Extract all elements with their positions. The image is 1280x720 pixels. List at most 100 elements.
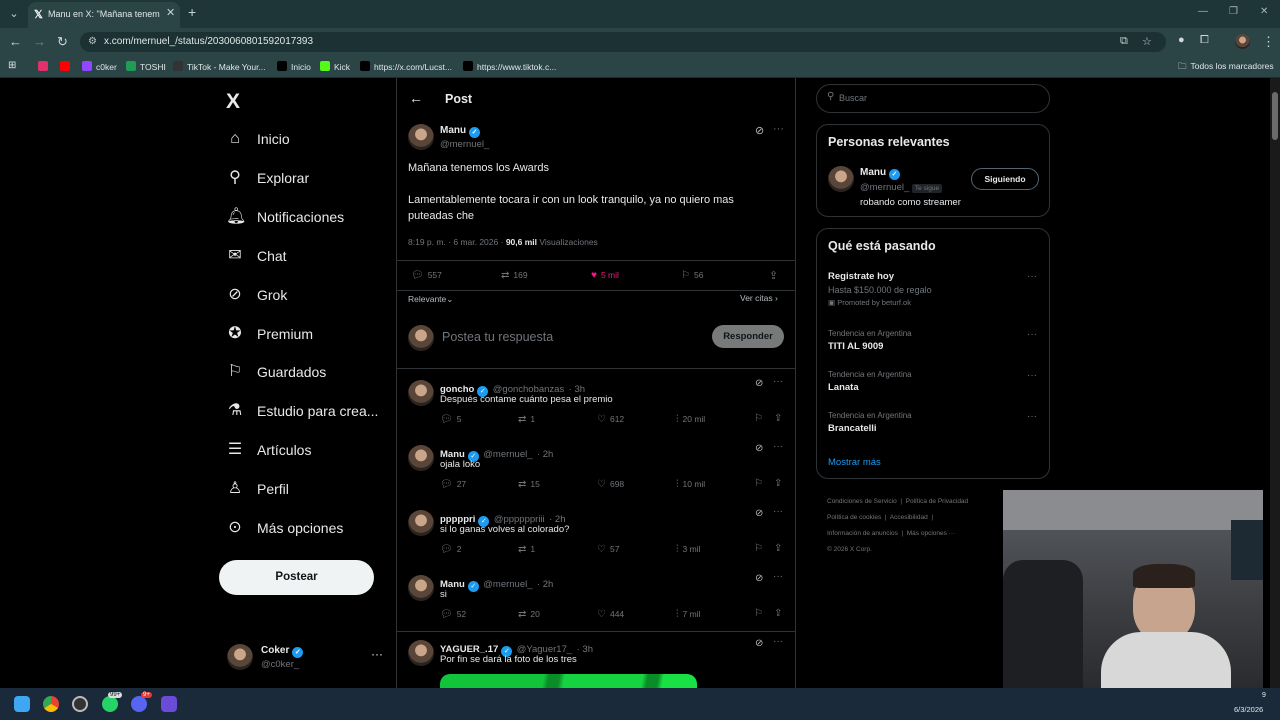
bookmark-item[interactable]: Inicio [277,61,311,72]
grok-icon[interactable]: ⊘ [755,638,763,649]
extension-shield-icon[interactable]: ● [1178,34,1185,46]
footer-link[interactable]: Política de cookies [827,514,881,521]
search-input[interactable]: Buscar [839,93,867,103]
window-close-icon[interactable]: ✕ [1260,6,1268,17]
reply-action[interactable]: 💬︎ 5 [440,414,461,425]
views-action[interactable]: ⫶ 3 mil [676,544,700,555]
forward-icon[interactable]: → [33,34,46,49]
promo-item[interactable]: Registrate hoy Hasta $150.000 de regalo … [828,271,932,307]
bookmark-item[interactable]: TikTok - Make Your... [173,61,266,72]
reply-avatar[interactable] [408,575,434,601]
clock-date[interactable]: 6/3/2026 [1234,705,1263,714]
reply-submit-button[interactable]: Responder [712,325,784,348]
reply-media-image[interactable] [440,674,697,688]
repost-action[interactable]: ⇄ 20 [518,609,540,620]
footer-link[interactable]: Accesibilidad [890,514,928,521]
post-more-icon[interactable]: ··· [773,123,784,135]
obs-icon[interactable] [72,696,88,712]
chrome-icon[interactable] [43,696,59,712]
sidebar-item-premium[interactable]: ✪ Premium [226,322,313,346]
bookmark-item[interactable]: https://x.com/Lucst... [360,61,452,72]
repost-action[interactable]: ⇄ 169 [501,270,528,281]
address-bar[interactable]: ⚙ x.com/mernuel_/status/2030060801592017… [80,32,1166,52]
grok-icon[interactable]: ⊘ [755,443,763,454]
new-tab-button[interactable]: + [188,4,196,20]
bookmark-icon[interactable]: ⚐ [754,608,763,619]
more-icon[interactable]: ··· [1027,370,1037,381]
quotes-link[interactable]: Ver citas › [740,293,778,303]
views-action[interactable]: ⫶ 10 mil [676,479,705,490]
scrollbar-thumb[interactable] [1272,92,1278,140]
repost-action[interactable]: ⇄ 1 [518,414,535,425]
account-more-icon[interactable]: ··· [371,647,383,661]
bookmark-icon[interactable]: ⚐ [754,478,763,489]
windows-start-icon[interactable] [14,696,30,712]
reply-item[interactable]: goncho ✓ @gonchobanzas · 3h ⊘ ··· Después co… [397,374,795,438]
footer-link[interactable]: Política de Privacidad [906,498,969,505]
bookmark-action[interactable]: ⚐ 56 [681,270,703,281]
reply-item[interactable]: pppppri ✓ @ppppppriii · 2h ⊘ ··· si lo ganas… [397,504,795,568]
trend-item[interactable]: Tendencia en Argentina TITI AL 9009 [828,329,912,352]
like-action[interactable]: ♡ 698 [597,479,624,490]
bookmark-icon[interactable]: ⚐ [754,543,763,554]
grok-icon[interactable]: ⊘ [755,124,764,137]
reply-avatar[interactable] [408,445,434,471]
whatsapp-icon[interactable] [102,696,118,712]
repost-action[interactable]: ⇄ 15 [518,479,540,490]
reload-icon[interactable]: ↻ [57,34,68,50]
x-logo-icon[interactable]: X [226,90,240,114]
sidebar-item-chat[interactable]: ✉ Chat [226,244,286,268]
discord-icon[interactable] [131,696,147,712]
footer-link[interactable]: Condiciones de Servicio [827,498,897,505]
views-action[interactable]: ⫶ 20 mil [676,414,705,425]
repost-action[interactable]: ⇄ 1 [518,544,535,555]
share-icon[interactable]: ⇪ [774,543,782,554]
reply-more-icon[interactable]: ··· [773,441,783,452]
reply-author-handle[interactable]: @mernuel_ [483,579,532,590]
bookmark-item[interactable]: Kick [320,61,350,72]
minimize-icon[interactable]: — [1198,6,1208,17]
back-icon[interactable]: ← [9,34,22,49]
like-action[interactable]: ♥ 5 mil [591,270,619,281]
share-icon[interactable]: ⇪ [769,269,778,282]
bookmark-item[interactable]: https://www.tiktok.c... [463,61,556,72]
reply-action[interactable]: 💬︎ 52 [440,609,466,620]
show-more-link[interactable]: Mostrar más [828,457,881,468]
footer-link[interactable]: Más opciones ··· [907,530,955,537]
site-info-icon[interactable]: ⚙ [88,36,97,47]
sort-dropdown[interactable]: Relevante⌄ [408,294,453,305]
reply-more-icon[interactable]: ··· [773,506,783,517]
share-icon[interactable]: ⇪ [774,608,782,619]
like-action[interactable]: ♡ 444 [597,609,624,620]
sidebar-item-inicio[interactable]: ⌂ Inicio [226,127,290,151]
profile-avatar[interactable] [1235,34,1250,49]
reply-more-icon[interactable]: ··· [773,376,783,387]
tab-list-dropdown[interactable]: ⌄ [4,4,24,24]
bookmark-item[interactable]: c0ker [82,61,117,72]
reply-item[interactable]: Manu ✓ @mernuel_ · 2h ⊘ ··· si 💬︎ 52 ⇄ 20 ♡ 444 ⫶ 7 … [397,569,795,633]
views-action[interactable]: ⫶ 7 mil [676,609,700,620]
share-icon[interactable]: ⇪ [774,478,782,489]
reply-item[interactable]: YAGUER_.17 ✓ @Yaguer17_ · 3h ⊘ ··· Por fin s… [397,634,795,688]
more-icon[interactable]: ··· [1027,271,1037,282]
reply-action[interactable]: 💬︎ 27 [440,479,466,490]
reply-time[interactable]: · 2h [537,449,553,460]
following-button[interactable]: Siguiendo [971,168,1039,190]
grok-icon[interactable]: ⊘ [755,573,763,584]
trend-item[interactable]: Tendencia en Argentina Lanata [828,370,912,393]
bookmark-item[interactable] [38,61,52,72]
reply-avatar[interactable] [408,380,434,406]
post-time[interactable]: 8:19 p. m. · 6 mar. 2026 · [408,237,503,247]
more-icon[interactable]: ··· [1027,411,1037,422]
sidebar-item-estudio-para-crea[interactable]: ⚗ Estudio para crea... [226,399,379,423]
author-name-row[interactable]: Manu ✓ [440,125,481,138]
page-scrollbar[interactable] [1270,78,1280,688]
install-app-icon[interactable]: ⧉ [1120,35,1128,48]
sidebar-item-notificaciones[interactable]: 🔔︎ Notificaciones [226,205,344,229]
reply-action[interactable]: 💬︎ 2 [440,544,461,555]
author-avatar[interactable] [408,124,434,150]
like-action[interactable]: ♡ 612 [597,414,624,425]
reply-time[interactable]: · 3h [577,644,593,655]
reply-action[interactable]: 💬︎ 557 [411,270,442,281]
maximize-icon[interactable]: ❐ [1229,6,1238,17]
